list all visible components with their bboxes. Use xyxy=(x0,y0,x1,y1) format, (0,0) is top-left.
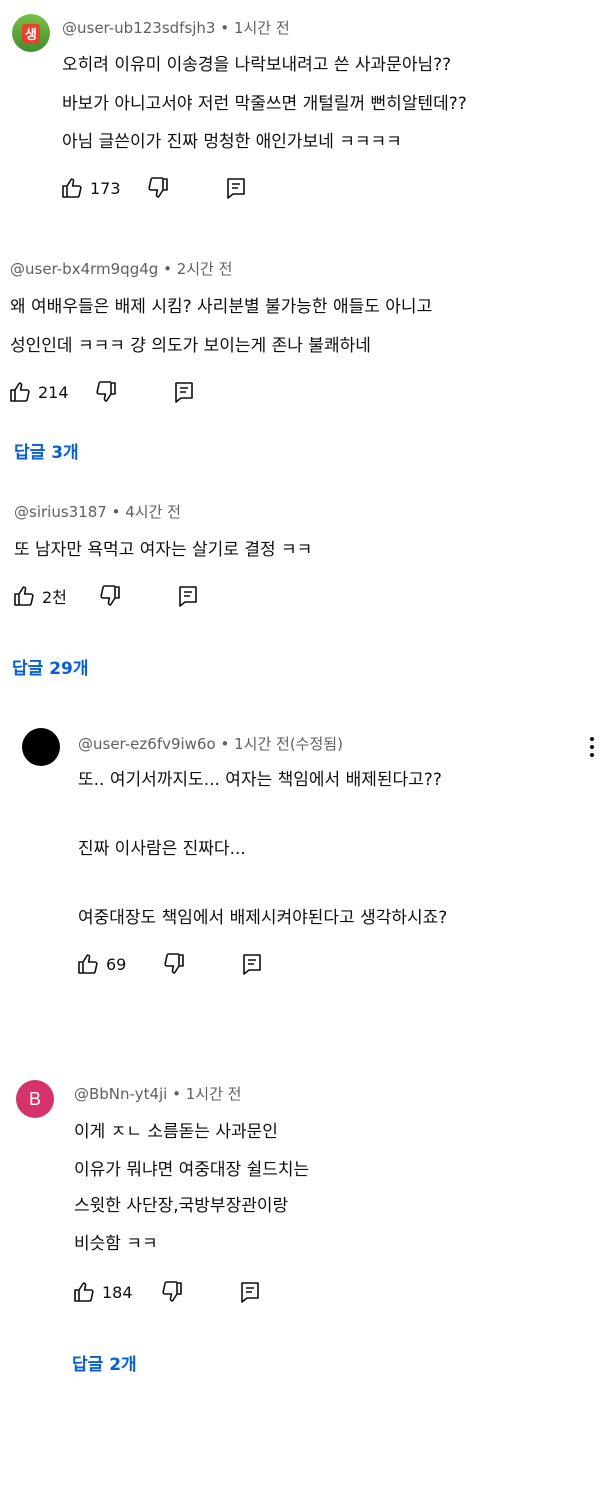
view-replies-button[interactable]: 답글 2개 xyxy=(72,1350,137,1375)
dislike-icon xyxy=(94,380,118,404)
reply-line: 이게 ㅈㄴ 소름돋는 사과문인 xyxy=(74,1122,278,1142)
reply-icon xyxy=(240,952,264,976)
reply-actions: 184 xyxy=(72,1280,392,1308)
comment-actions: 173 xyxy=(60,176,380,204)
like-icon xyxy=(60,176,84,200)
reply-actions: 69 xyxy=(76,952,396,980)
separator: • xyxy=(163,260,172,278)
comment: 생 @user-ub123sdfsjh3 • 1시간 전 오히려 이유미 이송경… xyxy=(0,0,600,220)
reply-icon xyxy=(172,380,196,404)
reply-icon xyxy=(176,584,200,608)
reply-line: 이유가 뭐냐면 여중대장 쉴드치는 xyxy=(74,1160,310,1180)
like-count: 2천 xyxy=(42,588,67,607)
reply-button[interactable] xyxy=(238,1280,262,1304)
timestamp[interactable]: 4시간 전 xyxy=(125,503,181,521)
like-button[interactable]: 2천 xyxy=(12,584,67,608)
username[interactable]: @sirius3187 xyxy=(14,503,107,521)
username[interactable]: @user-bx4rm9qg4g xyxy=(10,260,158,278)
reply-button[interactable] xyxy=(240,952,264,976)
comment-actions: 214 xyxy=(8,380,328,408)
dislike-icon xyxy=(98,584,122,608)
comment: @user-bx4rm9qg4g • 2시간 전 왜 여배우들은 배제 시킴? … xyxy=(0,240,600,480)
reply-button[interactable] xyxy=(176,584,200,608)
more-vert-icon xyxy=(587,737,597,762)
reply-button[interactable] xyxy=(224,176,248,200)
dislike-icon xyxy=(146,176,170,200)
like-count: 214 xyxy=(38,382,69,402)
reply-line: 여중대장도 책임에서 배제시켜야된다고 생각하시죠? xyxy=(78,908,448,928)
reply-button[interactable] xyxy=(172,380,196,404)
dislike-button[interactable] xyxy=(160,1280,184,1304)
like-count: 184 xyxy=(102,1282,133,1302)
avatar[interactable]: B xyxy=(16,1080,54,1118)
like-icon xyxy=(72,1280,96,1304)
timestamp[interactable]: 2시간 전 xyxy=(177,260,233,278)
like-button[interactable]: 184 xyxy=(72,1280,133,1304)
timestamp[interactable]: 1시간 전(수정됨) xyxy=(234,735,343,753)
comment-meta: @user-bx4rm9qg4g • 2시간 전 xyxy=(10,258,232,279)
avatar-letter: B xyxy=(28,1088,41,1109)
dislike-button[interactable] xyxy=(162,952,186,976)
dislike-icon xyxy=(162,952,186,976)
reply-icon xyxy=(238,1280,262,1304)
like-button[interactable]: 214 xyxy=(8,380,69,404)
timestamp[interactable]: 1시간 전 xyxy=(234,19,290,37)
comment-meta: @user-ub123sdfsjh3 • 1시간 전 xyxy=(62,17,290,38)
like-icon xyxy=(12,584,36,608)
comment-line: 아님 글쓴이가 진짜 멍청한 애인가보네 ㅋㅋㅋㅋ xyxy=(62,132,402,152)
like-count: 173 xyxy=(90,178,121,198)
reply: @user-ez6fv9iw6o • 1시간 전(수정됨) 또.. 여기서까지도… xyxy=(0,722,600,1002)
avatar-logo: 생 xyxy=(22,23,40,43)
like-icon xyxy=(8,380,32,404)
comment-line: 바보가 아니고서야 저런 막줄쓰면 개털릴꺼 뻔히알텐데?? xyxy=(62,94,467,114)
reply-meta: @user-ez6fv9iw6o • 1시간 전(수정됨) xyxy=(78,733,343,754)
separator: • xyxy=(220,735,230,753)
comment: @sirius3187 • 4시간 전 또 남자만 욕먹고 여자는 살기로 결정… xyxy=(0,490,600,690)
separator: • xyxy=(220,19,230,37)
comment-line: 오히려 이유미 이송경을 나락보내려고 쓴 사과문아님?? xyxy=(62,55,452,75)
like-button[interactable]: 69 xyxy=(76,952,126,976)
username[interactable]: @user-ub123sdfsjh3 xyxy=(62,19,215,37)
reply-line: 스윗한 사단장,국방부장관이랑 xyxy=(74,1196,289,1216)
dislike-button[interactable] xyxy=(146,176,170,200)
reply: B @BbNn-yt4ji • 1시간 전 이게 ㅈㄴ 소름돋는 사과문인 이유… xyxy=(0,1072,600,1392)
comment-line: 왜 여배우들은 배제 시킴? 사리분별 불가능한 애들도 아니고 xyxy=(10,297,433,317)
view-replies-button[interactable]: 답글 29개 xyxy=(12,654,89,679)
like-count: 69 xyxy=(106,954,127,974)
avatar[interactable]: 생 xyxy=(12,14,50,52)
dislike-button[interactable] xyxy=(98,584,122,608)
reply-line: 비슷함 ㅋㅋ xyxy=(74,1234,158,1254)
like-icon xyxy=(76,952,100,976)
reply-line: 진짜 이사람은 진짜다... xyxy=(78,839,246,859)
view-replies-button[interactable]: 답글 3개 xyxy=(14,438,79,463)
comment-meta: @sirius3187 • 4시간 전 xyxy=(14,501,181,522)
more-options-button[interactable] xyxy=(587,736,597,758)
comment-line: 성인인데 ㅋㅋㅋ 걍 의도가 보이는게 존나 불쾌하네 xyxy=(10,336,371,356)
reply-icon xyxy=(224,176,248,200)
comment-line: 또 남자만 욕먹고 여자는 살기로 결정 ㅋㅋ xyxy=(14,540,313,560)
reply-line: 또.. 여기서까지도... 여자는 책임에서 배제된다고?? xyxy=(78,770,442,790)
like-button[interactable]: 173 xyxy=(60,176,121,200)
timestamp[interactable]: 1시간 전 xyxy=(186,1085,242,1103)
separator: • xyxy=(111,503,121,521)
comment-actions: 2천 xyxy=(12,584,332,612)
dislike-button[interactable] xyxy=(94,380,118,404)
separator: • xyxy=(172,1085,181,1103)
username[interactable]: @BbNn-yt4ji xyxy=(74,1085,167,1103)
dislike-icon xyxy=(160,1280,184,1304)
username[interactable]: @user-ez6fv9iw6o xyxy=(78,735,216,753)
reply-meta: @BbNn-yt4ji • 1시간 전 xyxy=(74,1083,241,1104)
avatar[interactable] xyxy=(22,728,60,766)
